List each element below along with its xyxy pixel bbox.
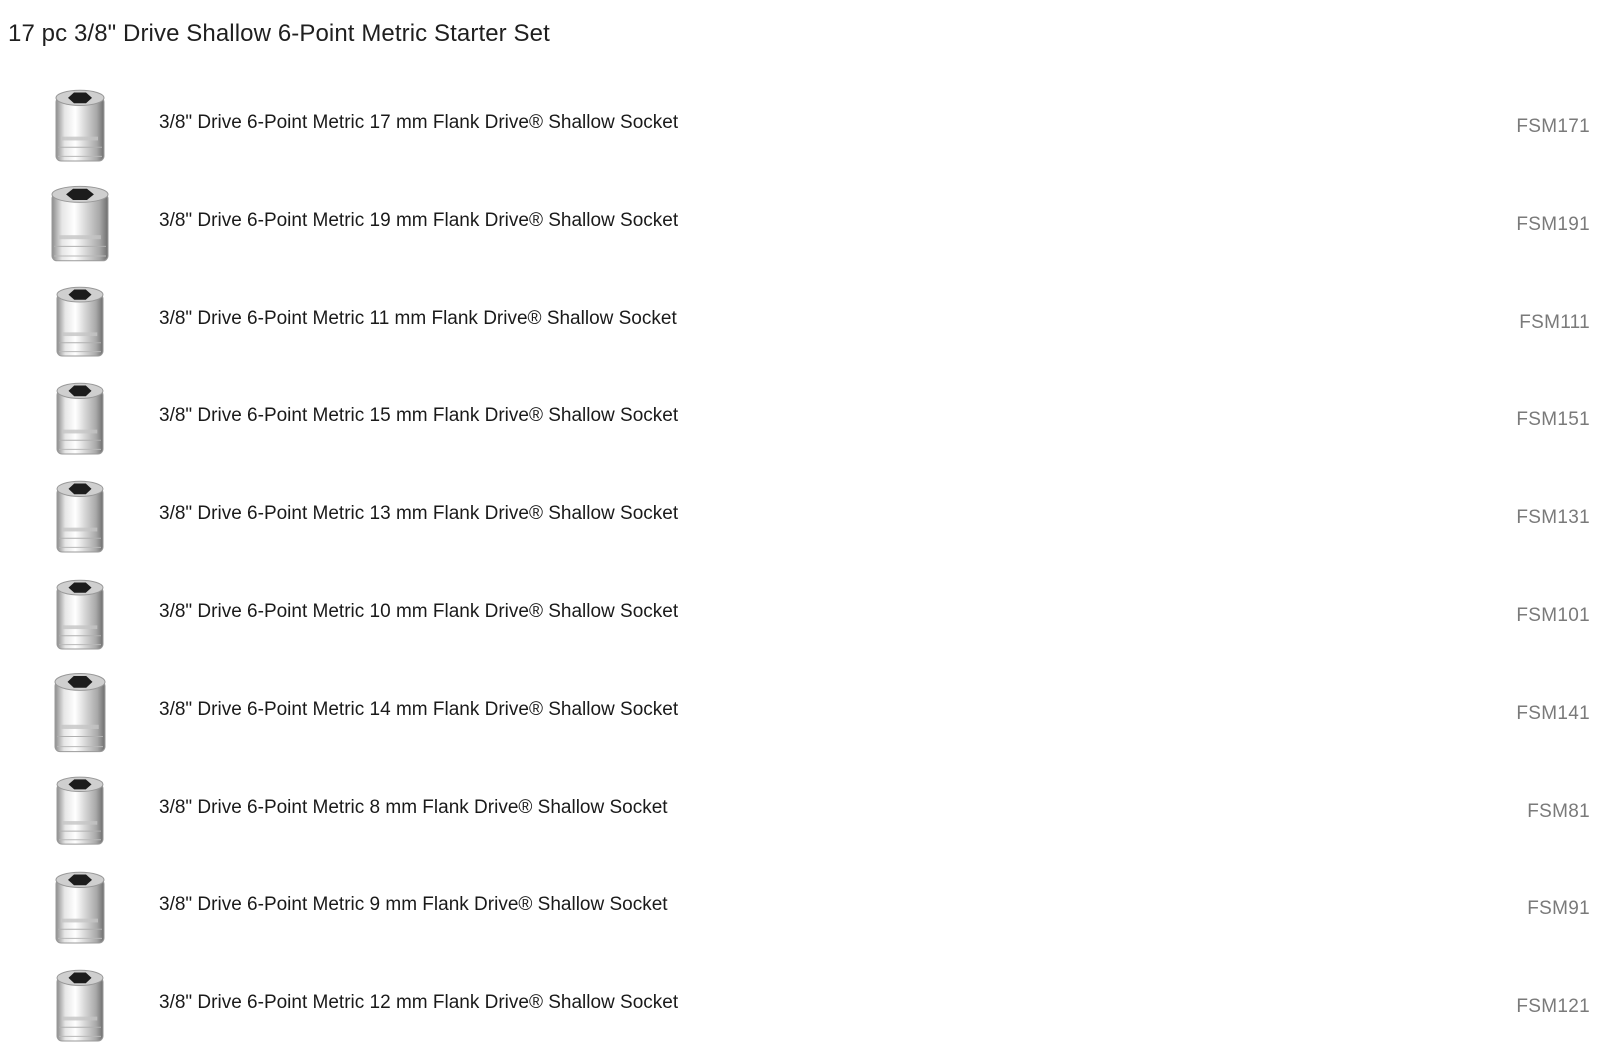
socket-list: 3/8" Drive 6-Point Metric 17 mm Flank Dr… [0, 78, 1600, 1056]
item-sku: FSM91 [1527, 898, 1590, 920]
item-description[interactable]: 3/8" Drive 6-Point Metric 19 mm Flank Dr… [159, 210, 678, 232]
socket-icon[interactable] [48, 182, 112, 266]
item-description[interactable]: 3/8" Drive 6-Point Metric 12 mm Flank Dr… [159, 992, 678, 1014]
item-sku: FSM191 [1516, 213, 1590, 235]
socket-icon[interactable] [48, 671, 112, 755]
item-sku: FSM121 [1516, 996, 1590, 1018]
list-item[interactable]: 3/8" Drive 6-Point Metric 12 mm Flank Dr… [0, 958, 1600, 1056]
list-item[interactable]: 3/8" Drive 6-Point Metric 8 mm Flank Dri… [0, 763, 1600, 861]
socket-icon[interactable] [48, 377, 112, 461]
item-description[interactable]: 3/8" Drive 6-Point Metric 17 mm Flank Dr… [159, 112, 678, 134]
item-description[interactable]: 3/8" Drive 6-Point Metric 11 mm Flank Dr… [159, 308, 677, 330]
socket-icon[interactable] [48, 866, 112, 950]
socket-icon[interactable] [48, 475, 112, 559]
item-sku: FSM101 [1516, 604, 1590, 626]
item-sku: FSM111 [1519, 311, 1590, 333]
item-sku: FSM81 [1527, 800, 1590, 822]
list-item[interactable]: 3/8" Drive 6-Point Metric 15 mm Flank Dr… [0, 371, 1600, 469]
page-title: 17 pc 3/8" Drive Shallow 6-Point Metric … [8, 20, 550, 47]
item-sku: FSM151 [1516, 409, 1590, 431]
list-item[interactable]: 3/8" Drive 6-Point Metric 13 mm Flank Dr… [0, 469, 1600, 567]
list-item[interactable]: 3/8" Drive 6-Point Metric 10 mm Flank Dr… [0, 567, 1600, 665]
item-description[interactable]: 3/8" Drive 6-Point Metric 15 mm Flank Dr… [159, 405, 678, 427]
item-description[interactable]: 3/8" Drive 6-Point Metric 13 mm Flank Dr… [159, 503, 678, 525]
list-item[interactable]: 3/8" Drive 6-Point Metric 9 mm Flank Dri… [0, 860, 1600, 958]
item-sku: FSM141 [1516, 702, 1590, 724]
socket-icon[interactable] [48, 964, 112, 1048]
socket-icon[interactable] [48, 769, 112, 853]
item-description[interactable]: 3/8" Drive 6-Point Metric 14 mm Flank Dr… [159, 699, 678, 721]
item-sku: FSM171 [1516, 116, 1590, 137]
list-item[interactable]: 3/8" Drive 6-Point Metric 14 mm Flank Dr… [0, 665, 1600, 763]
item-description[interactable]: 3/8" Drive 6-Point Metric 8 mm Flank Dri… [159, 797, 668, 819]
socket-icon[interactable] [48, 573, 112, 657]
socket-icon[interactable] [48, 84, 112, 168]
list-item[interactable]: 3/8" Drive 6-Point Metric 17 mm Flank Dr… [0, 78, 1600, 176]
list-item[interactable]: 3/8" Drive 6-Point Metric 19 mm Flank Dr… [0, 176, 1600, 274]
item-description[interactable]: 3/8" Drive 6-Point Metric 10 mm Flank Dr… [159, 601, 678, 623]
item-description[interactable]: 3/8" Drive 6-Point Metric 9 mm Flank Dri… [159, 894, 668, 916]
item-sku: FSM131 [1516, 507, 1590, 529]
socket-icon[interactable] [48, 280, 112, 364]
list-item[interactable]: 3/8" Drive 6-Point Metric 11 mm Flank Dr… [0, 274, 1600, 372]
